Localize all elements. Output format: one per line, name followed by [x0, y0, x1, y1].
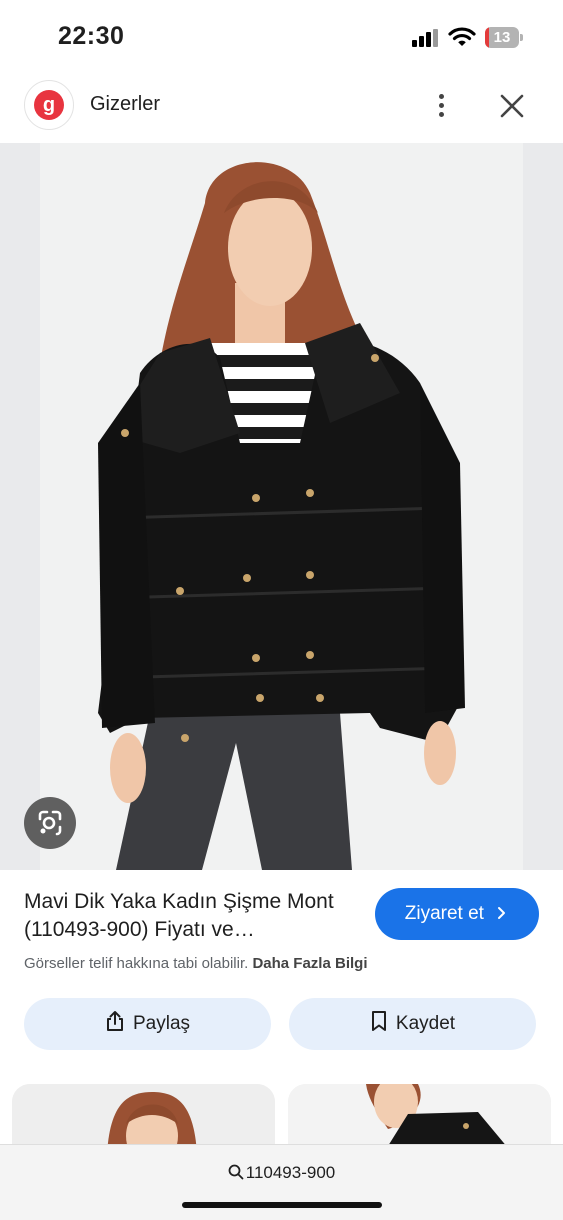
battery-icon: 13 — [485, 27, 525, 48]
lens-icon — [38, 810, 62, 836]
logo-letter: g — [42, 94, 56, 116]
more-vert-icon[interactable] — [426, 86, 458, 126]
site-name[interactable]: Gizerler — [90, 93, 160, 116]
site-header: g Gizerler — [0, 72, 563, 142]
signal-icon — [412, 29, 440, 47]
share-button[interactable]: Paylaş — [24, 998, 271, 1050]
result-title[interactable]: Mavi Dik Yaka Kadın Şişme Mont (110493-9… — [24, 888, 354, 944]
lens-search-button[interactable] — [24, 797, 76, 849]
visit-button[interactable]: Ziyaret et — [375, 888, 539, 940]
share-icon — [106, 1011, 123, 1031]
site-logo[interactable]: g — [24, 80, 74, 130]
wifi-icon — [448, 27, 476, 46]
product-photo — [40, 143, 523, 870]
more-info-link[interactable]: Daha Fazla Bilgi — [252, 955, 367, 972]
search-query[interactable]: 110493-900 — [0, 1163, 563, 1183]
battery-level: 13 — [493, 29, 511, 46]
status-bar: 22:30 13 — [0, 0, 563, 72]
visit-button-label: Ziyaret et — [404, 903, 484, 924]
image-preview[interactable] — [0, 143, 563, 870]
home-indicator[interactable] — [182, 1202, 382, 1208]
copyright-notice: Görseller telif hakkına tabi olabilir. D… — [24, 955, 367, 972]
save-label: Kaydet — [395, 1013, 456, 1034]
chevron-right-icon — [498, 907, 506, 919]
close-icon[interactable] — [494, 86, 530, 126]
copyright-text: Görseller telif hakkına tabi olabilir. — [24, 955, 249, 972]
share-label: Paylaş — [132, 1013, 191, 1034]
status-time: 22:30 — [58, 22, 125, 50]
bottom-search-bar[interactable]: 110493-900 — [0, 1144, 563, 1220]
save-button[interactable]: Kaydet — [289, 998, 536, 1050]
bookmark-icon — [371, 1011, 386, 1031]
search-icon — [228, 1164, 244, 1180]
search-query-text: 110493-900 — [245, 1163, 336, 1182]
